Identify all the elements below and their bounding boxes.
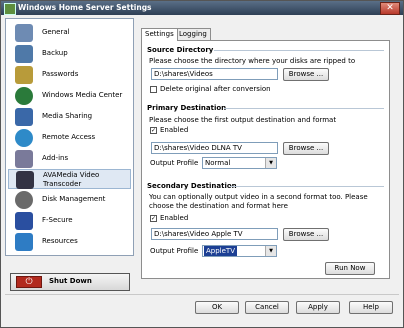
- sidebar-item-f-secure[interactable]: F-Secure: [8, 211, 131, 231]
- sidebar-item-avamedia-video-transcoder[interactable]: AVAMedia Video Transcoder: [8, 169, 131, 189]
- gear-check-icon: [15, 24, 33, 42]
- title-bar[interactable]: Windows Home Server Settings ✕: [1, 1, 403, 15]
- sidebar-item-label: F-Secure: [42, 216, 73, 224]
- source-path-field[interactable]: D:\shares\Videos: [151, 68, 278, 80]
- source-browse-button[interactable]: Browse ...: [283, 68, 329, 81]
- secondary-output-profile-label: Output Profile: [150, 247, 199, 255]
- primary-browse-button[interactable]: Browse ...: [283, 142, 329, 155]
- cancel-button[interactable]: Cancel: [245, 301, 289, 314]
- source-directory-heading: Source Directory: [147, 46, 214, 54]
- secondary-enabled-label: Enabled: [160, 214, 189, 222]
- sidebar-item-label: Add-ins: [42, 154, 69, 162]
- sidebar-item-label: Disk Management: [42, 195, 106, 203]
- primary-enabled-label: Enabled: [160, 126, 189, 134]
- sidebar-item-remote-access[interactable]: Remote Access: [8, 128, 131, 148]
- media-sharing-icon: [15, 108, 33, 126]
- sidebar-item-general[interactable]: General: [8, 23, 131, 43]
- ok-button[interactable]: OK: [195, 301, 239, 314]
- secondary-browse-button[interactable]: Browse ...: [283, 228, 329, 241]
- media-center-icon: [15, 87, 33, 105]
- delete-original-label: Delete original after conversion: [160, 85, 271, 93]
- divider: [214, 50, 384, 51]
- sidebar-item-label: Remote Access: [42, 133, 96, 141]
- sidebar-item-windows-media-center[interactable]: Windows Media Center: [8, 86, 131, 106]
- sidebar-item-label: Windows Media Center: [42, 91, 123, 99]
- sidebar-item-label: Media Sharing: [42, 112, 93, 120]
- sidebar-item-media-sharing[interactable]: Media Sharing: [8, 107, 131, 127]
- keys-icon: [15, 66, 33, 84]
- sidebar-item-resources[interactable]: Resources: [8, 232, 131, 252]
- primary-profile-value: Normal: [205, 159, 231, 167]
- primary-output-profile-label: Output Profile: [150, 159, 199, 167]
- tab-logging[interactable]: Logging: [175, 28, 211, 40]
- sidebar-item-label: General: [42, 28, 70, 36]
- secondary-profile-value: AppleTV: [204, 246, 237, 256]
- sidebar-item-label: AVAMedia Video Transcoder: [43, 171, 100, 188]
- footer-divider: [5, 294, 399, 295]
- delete-original-checkbox[interactable]: [150, 86, 157, 93]
- sidebar-item-label: Resources: [42, 237, 78, 245]
- chevron-down-icon: ▼: [265, 246, 276, 256]
- shut-down-button[interactable]: ⏻ Shut Down: [10, 273, 130, 291]
- primary-enabled-checkbox[interactable]: ✓: [150, 127, 157, 134]
- sidebar-item-add-ins[interactable]: Add-ins: [8, 149, 131, 169]
- disk-icon: [15, 191, 33, 209]
- backup-icon: [15, 45, 33, 63]
- sidebar-item-backup[interactable]: Backup: [8, 44, 131, 64]
- secondary-path-field[interactable]: D:\shares\Video Apple TV: [151, 228, 278, 240]
- primary-description: Please choose the first output destinati…: [149, 116, 337, 124]
- resources-icon: [15, 233, 33, 251]
- primary-path-field[interactable]: D:\shares\Video DLNA TV: [151, 142, 278, 154]
- run-now-button[interactable]: Run Now: [325, 262, 375, 275]
- help-button[interactable]: Help: [349, 301, 393, 314]
- power-icon: ⏻: [16, 276, 42, 288]
- settings-sidebar: General Backup Passwords Windows Media C…: [5, 18, 134, 256]
- secondary-enabled-checkbox[interactable]: ✓: [150, 215, 157, 222]
- sidebar-item-label: Backup: [42, 49, 68, 57]
- shut-down-label: Shut Down: [49, 277, 92, 285]
- source-description: Please choose the directory where your d…: [149, 57, 356, 65]
- sidebar-item-disk-management[interactable]: Disk Management: [8, 190, 131, 210]
- settings-panel: Source Directory Please choose the direc…: [141, 40, 390, 279]
- secondary-destination-heading: Secondary Destination: [147, 182, 237, 190]
- addin-icon: [15, 150, 33, 168]
- secondary-output-profile-select[interactable]: AppleTV ▼: [202, 245, 277, 257]
- divider: [224, 108, 384, 109]
- chevron-down-icon: ▼: [265, 158, 276, 168]
- sidebar-item-label: Passwords: [42, 70, 79, 78]
- transcoder-icon: [16, 171, 34, 189]
- apply-button[interactable]: Apply: [296, 301, 340, 314]
- secondary-description-line1: You can optionally output video in a sec…: [149, 193, 368, 201]
- sidebar-item-passwords[interactable]: Passwords: [8, 65, 131, 85]
- tab-settings[interactable]: Settings: [141, 28, 178, 41]
- primary-output-profile-select[interactable]: Normal ▼: [202, 157, 277, 169]
- shield-icon: [15, 212, 33, 230]
- close-button[interactable]: ✕: [380, 2, 400, 15]
- primary-destination-heading: Primary Destination: [147, 104, 227, 112]
- window-title: Windows Home Server Settings: [18, 3, 152, 12]
- globe-icon: [15, 129, 33, 147]
- divider: [230, 186, 384, 187]
- app-icon: [4, 3, 16, 15]
- settings-window: Windows Home Server Settings ✕ General B…: [0, 0, 404, 328]
- secondary-description-line2: choose the destination and format here: [149, 202, 288, 210]
